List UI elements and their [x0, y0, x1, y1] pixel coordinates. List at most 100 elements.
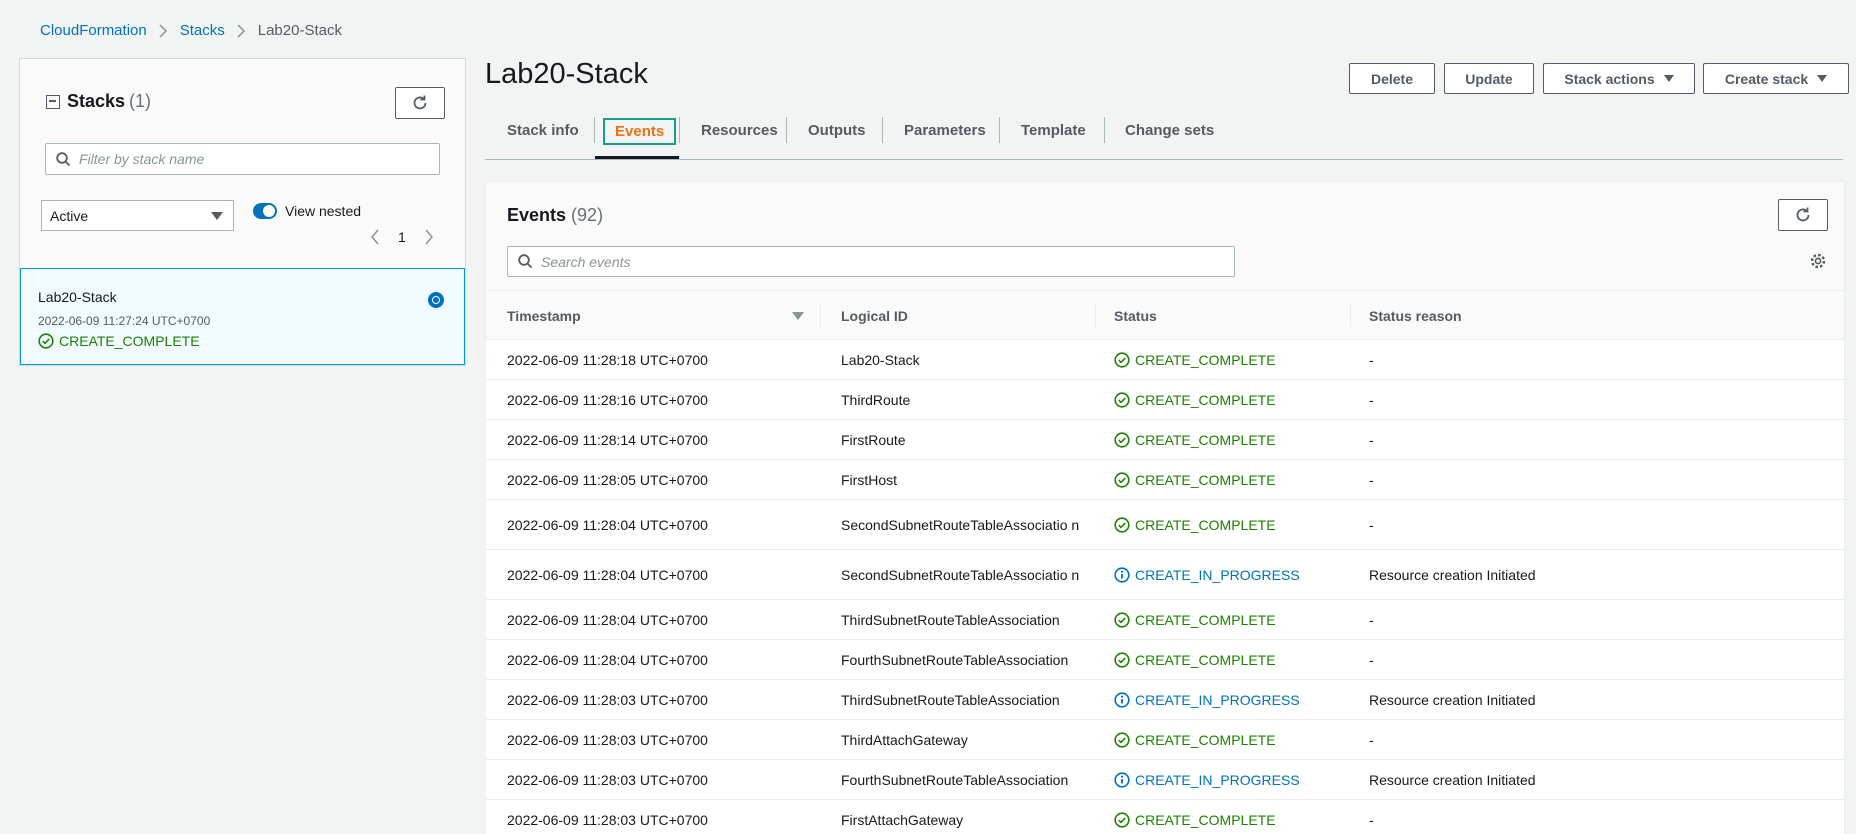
- filter-stacks-input[interactable]: Filter by stack name: [45, 143, 440, 175]
- stack-date: 2022-06-09 11:27:24 UTC+0700: [38, 314, 211, 328]
- page-title: Lab20-Stack: [485, 58, 648, 90]
- create-stack-button[interactable]: Create stack: [1703, 63, 1849, 94]
- caret-down-icon: [1663, 75, 1674, 82]
- cell-status: CREATE_IN_PROGRESS: [1114, 567, 1300, 583]
- col-logical-id[interactable]: Logical ID: [841, 308, 908, 324]
- col-status[interactable]: Status: [1114, 308, 1157, 324]
- refresh-stacks-button[interactable]: [395, 87, 445, 119]
- table-row[interactable]: 2022-06-09 11:28:04 UTC+0700 FourthSubnet…: [486, 640, 1844, 680]
- cell-status-reason: -: [1369, 351, 1374, 368]
- cell-status-reason: -: [1369, 651, 1374, 668]
- search-events-input[interactable]: Search events: [507, 246, 1235, 277]
- cell-logical-id: FirstHost: [841, 471, 897, 488]
- refresh-icon: [413, 95, 427, 110]
- tab-template[interactable]: Template: [1021, 122, 1086, 139]
- table-row[interactable]: 2022-06-09 11:28:14 UTC+0700 FirstRoute CR…: [486, 420, 1844, 460]
- status-filter-select[interactable]: Active: [41, 200, 234, 231]
- cell-timestamp: 2022-06-09 11:28:18 UTC+0700: [507, 351, 708, 368]
- collapse-icon[interactable]: [46, 94, 60, 109]
- delete-button[interactable]: Delete: [1349, 63, 1435, 94]
- cell-status-reason: Resource creation Initiated: [1369, 566, 1536, 583]
- cell-timestamp: 2022-06-09 11:28:05 UTC+0700: [507, 471, 708, 488]
- status-text: CREATE_COMPLETE: [1135, 516, 1276, 533]
- gear-icon[interactable]: [1809, 252, 1827, 270]
- refresh-events-button[interactable]: [1778, 199, 1828, 231]
- cell-timestamp: 2022-06-09 11:28:14 UTC+0700: [507, 431, 708, 448]
- cell-logical-id: FirstAttachGateway: [841, 811, 964, 828]
- cell-status-reason: -: [1369, 391, 1374, 408]
- stack-actions-button[interactable]: Stack actions: [1543, 63, 1695, 94]
- tab-stack-info[interactable]: Stack info: [507, 122, 579, 139]
- view-nested-toggle[interactable]: [253, 203, 277, 219]
- cell-logical-id: SecondSubnetRouteTableAssociatio n: [841, 566, 1080, 583]
- table-row[interactable]: 2022-06-09 11:28:16 UTC+0700 ThirdRoute CR…: [486, 380, 1844, 420]
- table-row[interactable]: 2022-06-09 11:28:03 UTC+0700 ThirdAttachG…: [486, 720, 1844, 760]
- status-filter-value: Active: [50, 207, 89, 224]
- tab-outputs[interactable]: Outputs: [808, 122, 866, 139]
- breadcrumb-current: Lab20-Stack: [257, 22, 342, 39]
- sort-down-icon[interactable]: [792, 312, 804, 320]
- cell-status-reason: -: [1369, 811, 1374, 828]
- filter-placeholder: Filter by stack name: [79, 151, 205, 167]
- tab-resources[interactable]: Resources: [701, 122, 778, 139]
- table-row[interactable]: 2022-06-09 11:28:18 UTC+0700 Lab20-Stack C…: [486, 340, 1844, 380]
- col-timestamp[interactable]: Timestamp: [507, 308, 581, 324]
- tab-divider: [594, 117, 595, 143]
- tab-change-sets[interactable]: Change sets: [1125, 122, 1214, 139]
- cell-timestamp: 2022-06-09 11:28:04 UTC+0700: [507, 566, 708, 583]
- status-text: CREATE_COMPLETE: [1135, 351, 1276, 368]
- breadcrumb-stacks[interactable]: Stacks: [180, 22, 225, 39]
- chevron-right-icon[interactable]: [424, 229, 434, 245]
- status-text: CREATE_COMPLETE: [1135, 611, 1276, 628]
- breadcrumb-cloudformation[interactable]: CloudFormation: [40, 22, 147, 39]
- status-text: CREATE_COMPLETE: [1135, 431, 1276, 448]
- tab-divider: [999, 117, 1000, 143]
- stack-name[interactable]: Lab20-Stack: [38, 289, 117, 305]
- tab-divider: [1104, 117, 1105, 143]
- cell-timestamp: 2022-06-09 11:28:04 UTC+0700: [507, 611, 708, 628]
- info-circle-icon: [1114, 566, 1130, 583]
- chevron-left-icon[interactable]: [370, 229, 380, 245]
- stacks-title-text: Stacks: [67, 91, 126, 111]
- check-circle-icon: [1114, 651, 1130, 668]
- check-circle-icon: [1114, 351, 1130, 368]
- check-circle-icon: [1114, 516, 1130, 533]
- view-nested-label: View nested: [285, 203, 362, 219]
- status-text: CREATE_COMPLETE: [1135, 651, 1276, 668]
- tab-events[interactable]: Events: [603, 118, 677, 145]
- status-text: CREATE_IN_PROGRESS: [1135, 691, 1300, 708]
- table-row[interactable]: 2022-06-09 11:28:03 UTC+0700 ThirdSubnetR…: [486, 680, 1844, 720]
- status-text: CREATE_COMPLETE: [1135, 731, 1276, 748]
- cell-status: CREATE_COMPLETE: [1114, 472, 1276, 488]
- cell-logical-id: FourthSubnetRouteTableAssociation: [841, 771, 1069, 788]
- table-row[interactable]: 2022-06-09 11:28:05 UTC+0700 FirstHost CRE…: [486, 460, 1844, 500]
- search-icon: [56, 151, 71, 166]
- stacks-title: Stacks (1): [46, 91, 151, 112]
- status-text: CREATE_IN_PROGRESS: [1135, 566, 1300, 583]
- cell-logical-id: ThirdSubnetRouteTableAssociation: [841, 611, 1060, 628]
- column-divider: [1350, 303, 1351, 327]
- tab-parameters[interactable]: Parameters: [904, 122, 986, 139]
- table-row[interactable]: 2022-06-09 11:28:03 UTC+0700 FourthSubnet…: [486, 760, 1844, 800]
- search-icon: [518, 254, 533, 269]
- table-row[interactable]: 2022-06-09 11:28:04 UTC+0700 ThirdSubnetR…: [486, 600, 1844, 640]
- cell-timestamp: 2022-06-09 11:28:04 UTC+0700: [507, 651, 708, 668]
- stack-list-item[interactable]: Lab20-Stack 2022-06-09 11:27:24 UTC+0700…: [20, 268, 465, 365]
- caret-down-icon: [1817, 75, 1828, 82]
- cell-status-reason: -: [1369, 731, 1374, 748]
- update-button[interactable]: Update: [1444, 63, 1534, 94]
- stack-tabs: Stack info Events Resources Outputs Para…: [485, 112, 1843, 160]
- check-circle-icon: [1114, 471, 1130, 488]
- check-circle-icon: [1114, 611, 1130, 628]
- check-circle-icon: [1114, 811, 1130, 828]
- events-header: Events (92) Search events: [486, 182, 1844, 291]
- events-table-body: 2022-06-09 11:28:18 UTC+0700 Lab20-Stack C…: [486, 340, 1844, 834]
- cell-status: CREATE_COMPLETE: [1114, 652, 1276, 668]
- stack-radio[interactable]: [428, 292, 444, 308]
- table-row[interactable]: 2022-06-09 11:28:04 UTC+0700 SecondSubnet…: [486, 550, 1844, 600]
- col-status-reason[interactable]: Status reason: [1369, 308, 1462, 324]
- table-row[interactable]: 2022-06-09 11:28:03 UTC+0700 FirstAttachG…: [486, 800, 1844, 834]
- table-row[interactable]: 2022-06-09 11:28:04 UTC+0700 SecondSubnet…: [486, 500, 1844, 550]
- page-number[interactable]: 1: [398, 229, 406, 245]
- cell-logical-id: ThirdSubnetRouteTableAssociation: [841, 691, 1060, 708]
